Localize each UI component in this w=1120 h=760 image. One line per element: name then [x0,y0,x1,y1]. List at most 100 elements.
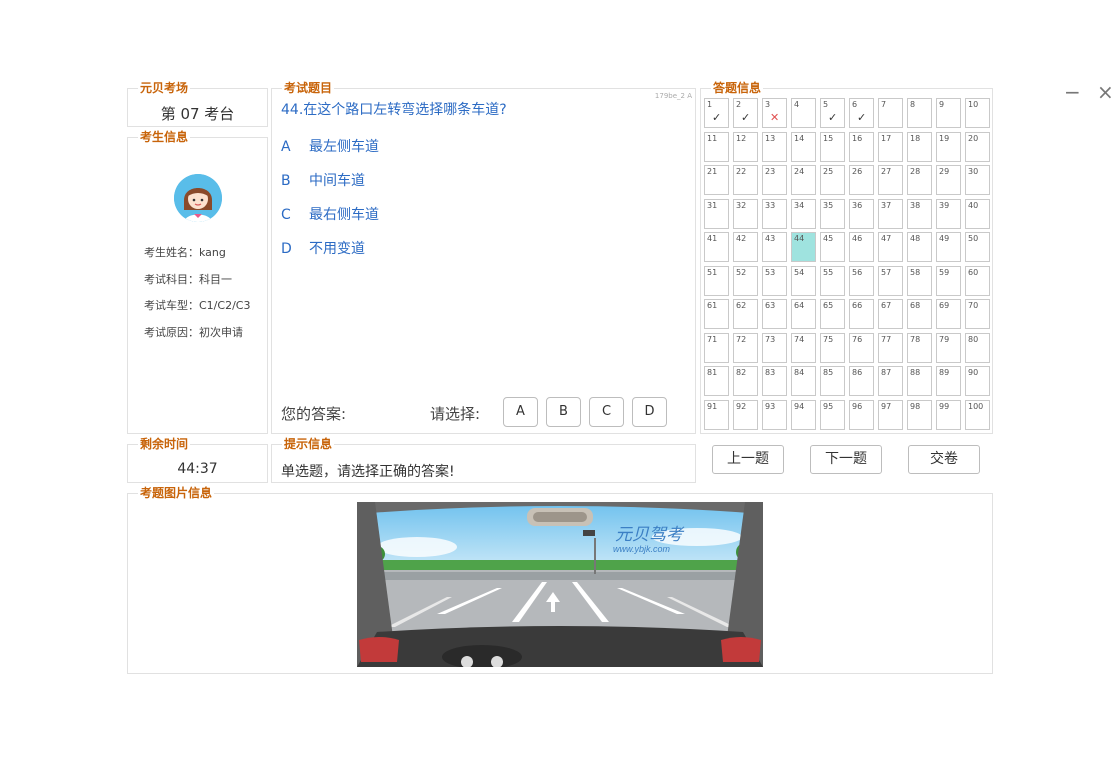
grid-cell-31[interactable]: 31 [704,198,729,229]
grid-cell-60[interactable]: 60 [965,265,990,296]
grid-cell-63[interactable]: 63 [762,299,787,329]
answer-button-a[interactable]: A [503,397,538,427]
option-b[interactable]: B 中间车道 [281,170,365,190]
answer-button-c[interactable]: C [589,397,624,427]
grid-cell-1[interactable]: 1 ✓ [704,98,729,128]
grid-cell-92[interactable]: 92 [733,399,758,430]
grid-cell-97[interactable]: 97 [878,399,903,430]
grid-cell-49[interactable]: 49 [936,232,961,262]
grid-cell-95[interactable]: 95 [820,399,845,430]
grid-cell-64[interactable]: 64 [791,299,816,329]
answer-button-d[interactable]: D [632,397,667,427]
grid-cell-19[interactable]: 19 [936,131,961,162]
grid-cell-68[interactable]: 68 [907,299,932,329]
grid-cell-91[interactable]: 91 [704,399,729,430]
grid-cell-86[interactable]: 86 [849,366,874,396]
option-c[interactable]: C 最右侧车道 [281,204,379,224]
grid-cell-21[interactable]: 21 [704,165,729,195]
grid-cell-80[interactable]: 80 [965,332,990,363]
grid-cell-10[interactable]: 10 [965,98,990,128]
grid-cell-40[interactable]: 40 [965,198,990,229]
grid-cell-46[interactable]: 46 [849,232,874,262]
close-button[interactable]: × [1097,82,1114,102]
grid-cell-59[interactable]: 59 [936,265,961,296]
grid-cell-78[interactable]: 78 [907,332,932,363]
grid-cell-18[interactable]: 18 [907,131,932,162]
grid-cell-65[interactable]: 65 [820,299,845,329]
grid-cell-12[interactable]: 12 [733,131,758,162]
grid-cell-39[interactable]: 39 [936,198,961,229]
next-question-button[interactable]: 下一题 [810,445,882,474]
grid-cell-71[interactable]: 71 [704,332,729,363]
grid-cell-61[interactable]: 61 [704,299,729,329]
grid-cell-42[interactable]: 42 [733,232,758,262]
grid-cell-44[interactable]: 44 [791,232,816,262]
grid-cell-94[interactable]: 94 [791,399,816,430]
grid-cell-14[interactable]: 14 [791,131,816,162]
grid-cell-36[interactable]: 36 [849,198,874,229]
grid-cell-4[interactable]: 4 [791,98,816,128]
grid-cell-53[interactable]: 53 [762,265,787,296]
grid-cell-83[interactable]: 83 [762,366,787,396]
grid-cell-89[interactable]: 89 [936,366,961,396]
grid-cell-81[interactable]: 81 [704,366,729,396]
minimize-button[interactable]: − [1064,82,1081,102]
grid-cell-2[interactable]: 2 ✓ [733,98,758,128]
grid-cell-47[interactable]: 47 [878,232,903,262]
grid-cell-32[interactable]: 32 [733,198,758,229]
grid-cell-99[interactable]: 99 [936,399,961,430]
grid-cell-98[interactable]: 98 [907,399,932,430]
grid-cell-38[interactable]: 38 [907,198,932,229]
grid-cell-56[interactable]: 56 [849,265,874,296]
grid-cell-45[interactable]: 45 [820,232,845,262]
grid-cell-9[interactable]: 9 [936,98,961,128]
grid-cell-57[interactable]: 57 [878,265,903,296]
grid-cell-41[interactable]: 41 [704,232,729,262]
grid-cell-24[interactable]: 24 [791,165,816,195]
grid-cell-74[interactable]: 74 [791,332,816,363]
grid-cell-51[interactable]: 51 [704,265,729,296]
grid-cell-17[interactable]: 17 [878,131,903,162]
grid-cell-73[interactable]: 73 [762,332,787,363]
grid-cell-77[interactable]: 77 [878,332,903,363]
grid-cell-34[interactable]: 34 [791,198,816,229]
grid-cell-35[interactable]: 35 [820,198,845,229]
grid-cell-82[interactable]: 82 [733,366,758,396]
grid-cell-7[interactable]: 7 [878,98,903,128]
grid-cell-70[interactable]: 70 [965,299,990,329]
grid-cell-85[interactable]: 85 [820,366,845,396]
grid-cell-88[interactable]: 88 [907,366,932,396]
grid-cell-27[interactable]: 27 [878,165,903,195]
grid-cell-90[interactable]: 90 [965,366,990,396]
grid-cell-79[interactable]: 79 [936,332,961,363]
grid-cell-16[interactable]: 16 [849,131,874,162]
submit-button[interactable]: 交卷 [908,445,980,474]
grid-cell-3[interactable]: 3 ✕ [762,98,787,128]
grid-cell-37[interactable]: 37 [878,198,903,229]
prev-question-button[interactable]: 上一题 [712,445,784,474]
grid-cell-30[interactable]: 30 [965,165,990,195]
grid-cell-5[interactable]: 5 ✓ [820,98,845,128]
grid-cell-23[interactable]: 23 [762,165,787,195]
grid-cell-26[interactable]: 26 [849,165,874,195]
grid-cell-58[interactable]: 58 [907,265,932,296]
grid-cell-29[interactable]: 29 [936,165,961,195]
grid-cell-48[interactable]: 48 [907,232,932,262]
grid-cell-72[interactable]: 72 [733,332,758,363]
grid-cell-87[interactable]: 87 [878,366,903,396]
grid-cell-93[interactable]: 93 [762,399,787,430]
grid-cell-20[interactable]: 20 [965,131,990,162]
grid-cell-52[interactable]: 52 [733,265,758,296]
option-a[interactable]: A 最左侧车道 [281,136,379,156]
grid-cell-55[interactable]: 55 [820,265,845,296]
grid-cell-15[interactable]: 15 [820,131,845,162]
grid-cell-84[interactable]: 84 [791,366,816,396]
grid-cell-28[interactable]: 28 [907,165,932,195]
grid-cell-8[interactable]: 8 [907,98,932,128]
answer-button-b[interactable]: B [546,397,581,427]
grid-cell-66[interactable]: 66 [849,299,874,329]
grid-cell-50[interactable]: 50 [965,232,990,262]
grid-cell-22[interactable]: 22 [733,165,758,195]
grid-cell-96[interactable]: 96 [849,399,874,430]
grid-cell-62[interactable]: 62 [733,299,758,329]
